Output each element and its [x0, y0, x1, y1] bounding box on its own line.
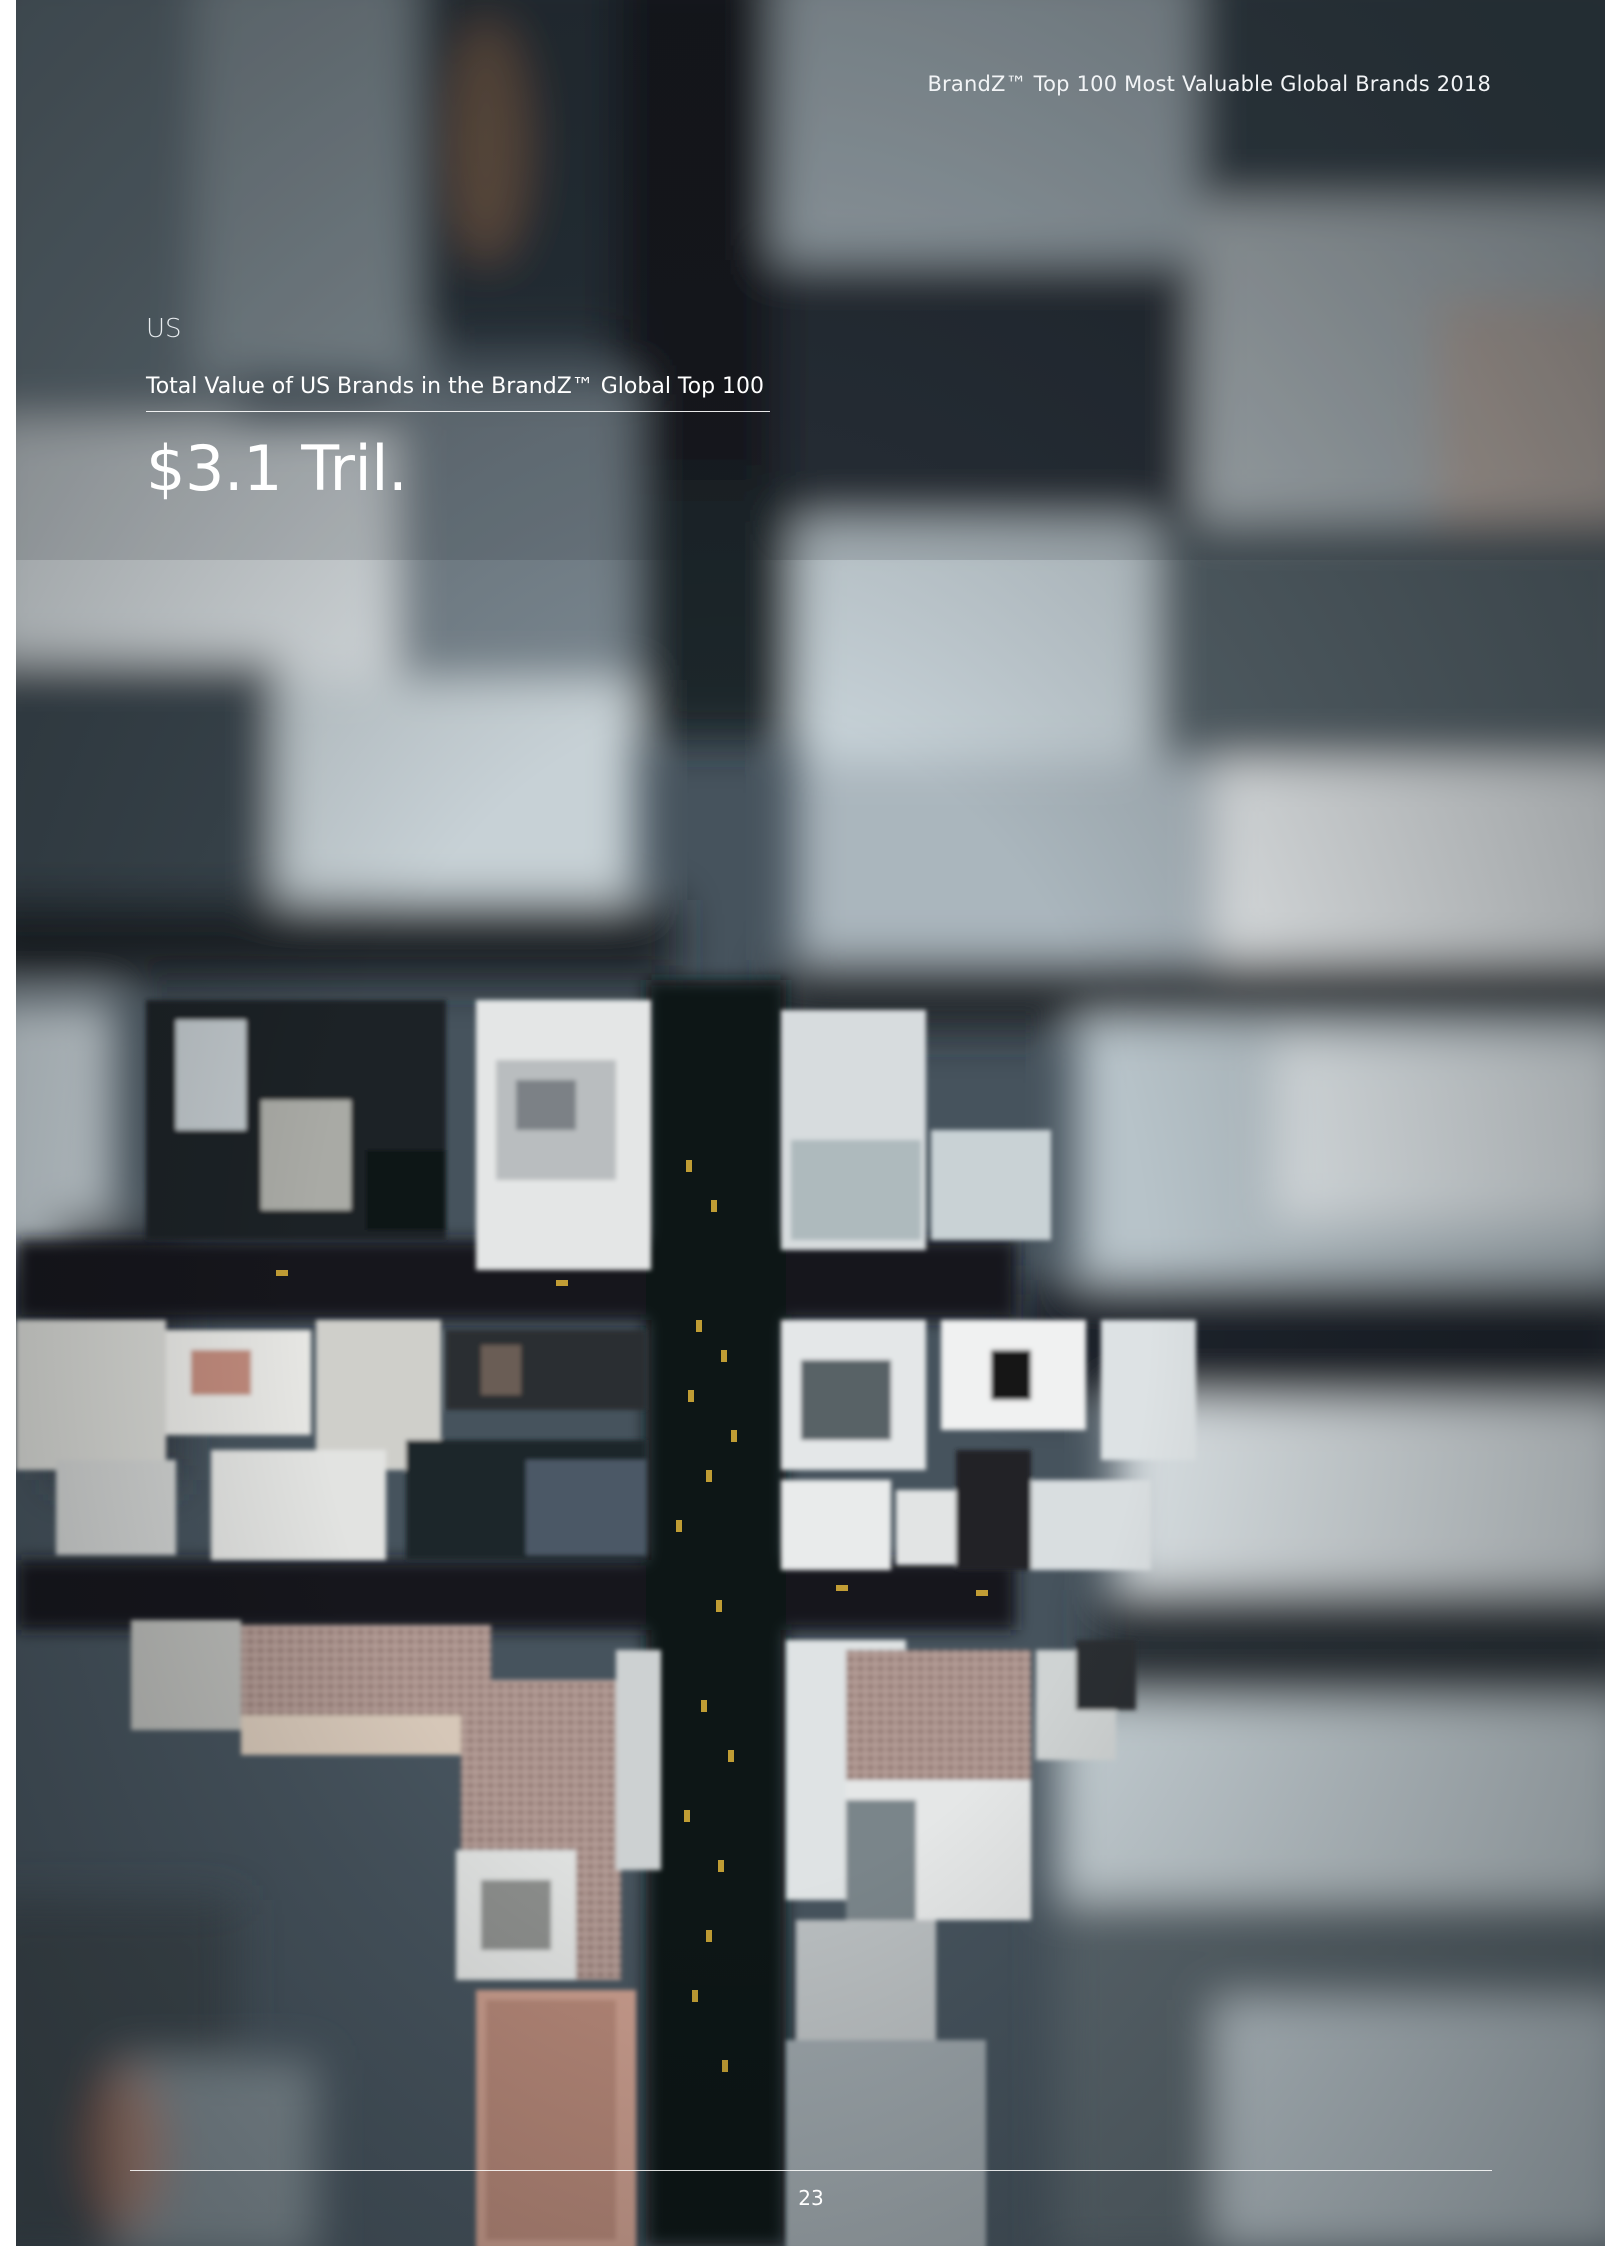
aerial-city-photo [16, 0, 1605, 2246]
stat-caption: Total Value of US Brands in the BrandZ™ … [146, 374, 770, 412]
page-number: 23 [798, 2186, 824, 2210]
document-page: BrandZ™ Top 100 Most Valuable Global Bra… [0, 0, 1605, 2246]
stat-block: Total Value of US Brands in the BrandZ™ … [146, 374, 770, 505]
section-label: US [146, 314, 182, 344]
page-margin [0, 0, 16, 2246]
footer-rule [130, 2170, 1492, 2171]
stat-value: $3.1 Tril. [146, 432, 408, 505]
running-header: BrandZ™ Top 100 Most Valuable Global Bra… [927, 72, 1491, 96]
